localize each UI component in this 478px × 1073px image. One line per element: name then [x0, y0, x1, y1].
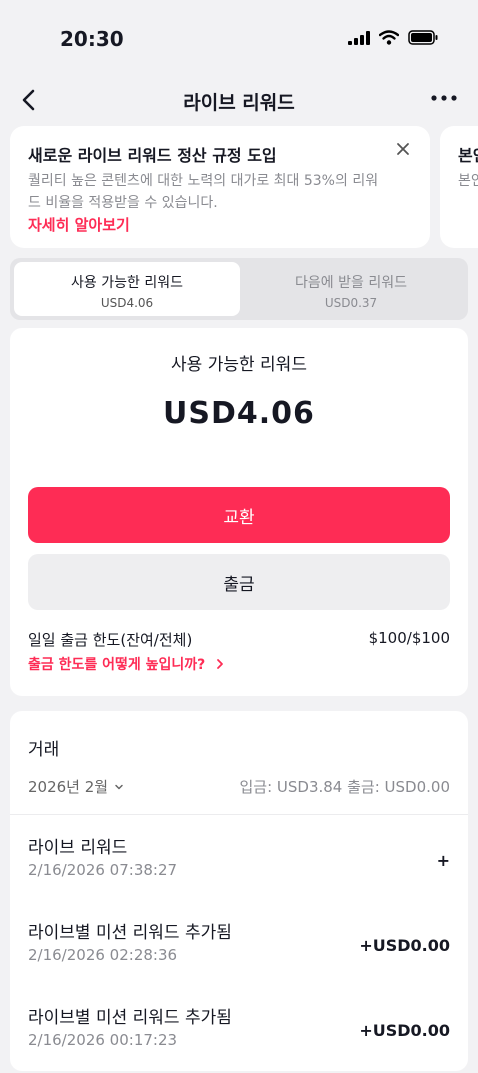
- transaction-name: 라이브 리워드: [28, 838, 128, 858]
- transactions-summary: 입금: USD3.84 출금: USD0.00: [239, 778, 450, 796]
- transaction-amount: +USD0.00: [359, 936, 450, 955]
- balance-title: 사용 가능한 리워드: [171, 355, 307, 375]
- transactions-title: 거래: [28, 740, 60, 760]
- tab-available-rewards[interactable]: 사용 가능한 리워드 USD4.06: [14, 262, 240, 316]
- transaction-name: 라이브별 미션 리워드 추가됨: [28, 1008, 232, 1028]
- banner-title: 새로운 라이브 리워드 정산 규정 도입: [28, 146, 277, 165]
- increase-limit-label: 출금 한도를 어떻게 높입니까?: [28, 657, 206, 673]
- more-button[interactable]: [430, 88, 458, 108]
- learn-more-link[interactable]: 자세히 알아보기: [28, 214, 130, 235]
- transactions-card: 거래 2026년 2월 입금: USD3.84 출금: USD0.00 라이브 …: [10, 711, 468, 1071]
- page-title: 라이브 리워드: [183, 92, 295, 114]
- tab-amount: USD4.06: [100, 296, 154, 310]
- reward-tabs: 사용 가능한 리워드 USD4.06 다음에 받을 리워드 USD0.37: [10, 258, 468, 320]
- transaction-name: 라이브별 미션 리워드 추가됨: [28, 923, 232, 943]
- wifi-icon: [379, 30, 399, 45]
- battery-icon: [408, 30, 438, 45]
- increase-limit-link[interactable]: 출금 한도를 어떻게 높입니까?: [28, 654, 226, 674]
- transaction-amount: +USD0.00: [359, 1021, 450, 1040]
- divider: [10, 814, 468, 815]
- transaction-row[interactable]: 라이브 리워드 2/16/2026 07:38:27 +: [10, 833, 468, 903]
- transaction-amount: +: [436, 851, 450, 870]
- signal-icon: [348, 30, 370, 45]
- tab-label: 다음에 받을 리워드: [295, 275, 407, 291]
- chevron-right-icon: [217, 659, 224, 669]
- transaction-date: 2/16/2026 07:38:27: [28, 861, 178, 879]
- status-time: 20:30: [60, 27, 124, 51]
- next-banner-peek[interactable]: 본인 본인: [440, 126, 478, 248]
- tab-upcoming-rewards[interactable]: 다음에 받을 리워드 USD0.37: [238, 262, 464, 316]
- month-selector[interactable]: 2026년 2월: [28, 776, 124, 797]
- balance-card: 사용 가능한 리워드 USD4.06 교환 출금 일일 출금 한도(잔여/전체)…: [10, 328, 468, 696]
- close-icon[interactable]: [396, 142, 410, 156]
- withdraw-limit-value: $100/$100: [368, 629, 450, 647]
- more-icon: [431, 95, 457, 101]
- peek-body: 본인: [458, 173, 478, 189]
- transaction-date: 2/16/2026 00:17:23: [28, 1031, 178, 1049]
- withdraw-button[interactable]: 출금: [28, 554, 450, 610]
- peek-title: 본인: [458, 146, 478, 165]
- balance-amount: USD4.06: [163, 396, 315, 431]
- tab-label: 사용 가능한 리워드: [71, 275, 183, 291]
- transaction-row[interactable]: 라이브별 미션 리워드 추가됨 2/16/2026 02:28:36 +USD0…: [10, 918, 468, 988]
- banner-body: 퀄리티 높은 콘텐츠에 대한 노력의 대가로 최대 53%의 리워드 비율을 적…: [28, 173, 379, 211]
- status-icons: [348, 30, 438, 45]
- tab-amount: USD0.37: [324, 296, 378, 310]
- transaction-row[interactable]: 라이브별 미션 리워드 추가됨 2/16/2026 00:17:23 +USD0…: [10, 1003, 468, 1073]
- chevron-down-icon: [115, 784, 123, 789]
- month-label: 2026년 2월: [28, 778, 109, 796]
- announcement-banner: 새로운 라이브 리워드 정산 규정 도입 퀄리티 높은 콘텐츠에 대한 노력의 …: [10, 126, 430, 248]
- status-bar: 20:30: [0, 0, 478, 78]
- nav-bar: 라이브 리워드: [0, 78, 478, 122]
- transaction-date: 2/16/2026 02:28:36: [28, 946, 178, 964]
- withdraw-limit-label: 일일 출금 한도(잔여/전체): [28, 631, 193, 649]
- exchange-button[interactable]: 교환: [28, 487, 450, 543]
